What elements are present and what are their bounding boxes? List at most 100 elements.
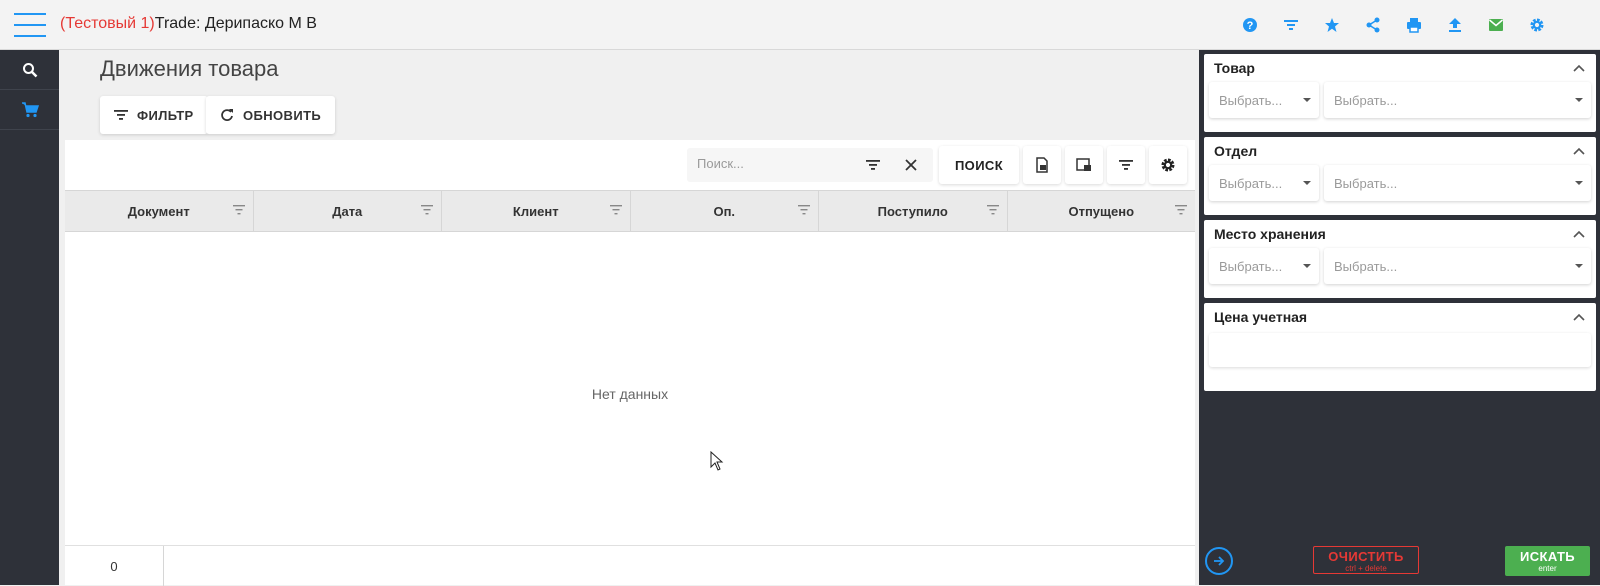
column-label: Клиент	[512, 203, 559, 219]
column-header-client[interactable]: Клиент	[442, 191, 631, 231]
column-filter-icon[interactable]	[232, 205, 245, 215]
gear-icon	[1161, 158, 1175, 172]
star-icon[interactable]	[1322, 15, 1342, 35]
clear-button[interactable]: ОЧИСТИТЬ ctrl + delete	[1313, 546, 1419, 574]
filter-button[interactable]: ФИЛЬТР	[100, 96, 208, 134]
clear-button-label: ОЧИСТИТЬ	[1328, 549, 1404, 564]
column-label: Документ	[127, 203, 190, 219]
chevron-up-icon[interactable]	[1572, 311, 1586, 325]
print-icon[interactable]	[1404, 15, 1424, 35]
column-filter-icon[interactable]	[1175, 205, 1187, 215]
column-label: Дата	[332, 203, 363, 219]
select-placeholder: Выбрать...	[1334, 259, 1398, 274]
search-button[interactable]: ПОИСК	[939, 146, 1019, 184]
section-title: Место хранения	[1214, 226, 1326, 242]
empty-state-text: Нет данных	[591, 386, 669, 402]
storage-group-select[interactable]: Выбрать...	[1209, 248, 1319, 284]
select-placeholder: Выбрать...	[1334, 93, 1398, 108]
caret-down-icon	[1303, 264, 1311, 268]
search-input[interactable]	[697, 156, 857, 171]
gear-icon[interactable]	[1527, 15, 1547, 35]
select-placeholder: Выбрать...	[1219, 259, 1283, 274]
arrow-right-circle-icon[interactable]	[1205, 547, 1233, 575]
cart-icon	[21, 101, 39, 117]
grid-settings-button[interactable]	[1149, 146, 1187, 184]
section-title: Отдел	[1214, 143, 1258, 159]
caret-down-icon	[1575, 98, 1583, 102]
sidebar-item-search[interactable]	[0, 50, 59, 90]
caret-down-icon	[1575, 264, 1583, 268]
title-text: Trade: Дерипаско М В	[154, 15, 317, 32]
column-label: Отпущено	[1068, 203, 1135, 219]
search-icon	[22, 62, 37, 77]
column-label: Оп.	[713, 203, 736, 219]
left-sidebar	[0, 50, 59, 585]
menu-icon[interactable]	[14, 13, 46, 37]
columns-icon	[1076, 158, 1091, 171]
chevron-up-icon[interactable]	[1572, 228, 1586, 242]
excel-export-button[interactable]	[1023, 146, 1061, 184]
column-header-released[interactable]: Отпущено	[1008, 191, 1196, 231]
filter-icon[interactable]	[1281, 15, 1301, 35]
refresh-icon	[221, 109, 233, 121]
column-filter-icon[interactable]	[986, 205, 999, 215]
department-select[interactable]: Выбрать...	[1324, 165, 1591, 201]
filter-section-price: Цена учетная	[1204, 303, 1596, 391]
caret-down-icon	[1575, 181, 1583, 185]
columns-button[interactable]	[1065, 146, 1103, 184]
search-filter-icon[interactable]	[865, 157, 881, 173]
top-toolbar: ?	[1240, 15, 1568, 35]
column-label: Поступило	[877, 203, 948, 219]
find-button[interactable]: ИСКАТЬ enter	[1505, 546, 1590, 576]
filter-icon	[1119, 160, 1133, 170]
clear-button-hint: ctrl + delete	[1345, 564, 1387, 573]
page-title: Движения товара	[100, 56, 279, 81]
svg-text:?: ?	[1247, 20, 1254, 32]
mail-icon[interactable]	[1486, 15, 1506, 35]
section-title: Цена учетная	[1214, 309, 1308, 325]
price-range-input[interactable]	[1209, 333, 1591, 367]
column-header-document[interactable]: Документ	[65, 191, 254, 231]
help-icon[interactable]: ?	[1240, 15, 1260, 35]
top-bar: (Тестовый 1)Trade: Дерипаско М В ?	[0, 0, 1600, 50]
share-icon[interactable]	[1363, 15, 1383, 35]
filter-panel: Товар Выбрать... Выбрать... Отдел Выбрат…	[1199, 50, 1600, 585]
app-title: (Тестовый 1)Trade: Дерипаско М В	[60, 15, 317, 33]
select-placeholder: Выбрать...	[1219, 176, 1283, 191]
filter-section-department: Отдел Выбрать... Выбрать...	[1204, 137, 1596, 215]
column-header-date[interactable]: Дата	[254, 191, 442, 231]
column-header-received[interactable]: Поступило	[819, 191, 1008, 231]
select-placeholder: Выбрать...	[1334, 176, 1398, 191]
refresh-button-label: ОБНОВИТЬ	[243, 107, 322, 123]
caret-down-icon	[1303, 98, 1311, 102]
caret-down-icon	[1303, 181, 1311, 185]
storage-select[interactable]: Выбрать...	[1324, 248, 1591, 284]
grid-header: Документ Дата Клиент Оп. Поступило Отпущ…	[65, 190, 1195, 232]
filter-section-storage: Место хранения Выбрать... Выбрать...	[1204, 220, 1596, 298]
sidebar-item-cart[interactable]	[0, 90, 59, 130]
column-filter-icon[interactable]	[609, 205, 622, 215]
grid-filter-button[interactable]	[1107, 146, 1145, 184]
select-placeholder: Выбрать...	[1219, 93, 1283, 108]
row-count: 0	[65, 546, 164, 586]
upload-icon[interactable]	[1445, 15, 1465, 35]
column-filter-icon[interactable]	[798, 205, 810, 215]
mouse-cursor-icon	[710, 451, 724, 471]
refresh-button[interactable]: ОБНОВИТЬ	[206, 96, 336, 134]
chevron-up-icon[interactable]	[1572, 62, 1586, 76]
grid-footer: 0	[65, 545, 1195, 586]
filter-button-label: ФИЛЬТР	[137, 107, 194, 123]
column-header-op[interactable]: Оп.	[631, 191, 819, 231]
chevron-up-icon[interactable]	[1572, 145, 1586, 159]
find-button-hint: enter	[1538, 564, 1557, 573]
product-select[interactable]: Выбрать...	[1324, 82, 1591, 118]
department-group-select[interactable]: Выбрать...	[1209, 165, 1319, 201]
env-label: (Тестовый 1)	[60, 15, 155, 32]
search-box	[687, 148, 933, 182]
excel-icon	[1036, 157, 1048, 173]
product-group-select[interactable]: Выбрать...	[1209, 82, 1319, 118]
column-filter-icon[interactable]	[421, 205, 433, 215]
filter-icon	[114, 110, 128, 120]
close-icon[interactable]	[903, 157, 919, 173]
section-title: Товар	[1214, 60, 1255, 76]
